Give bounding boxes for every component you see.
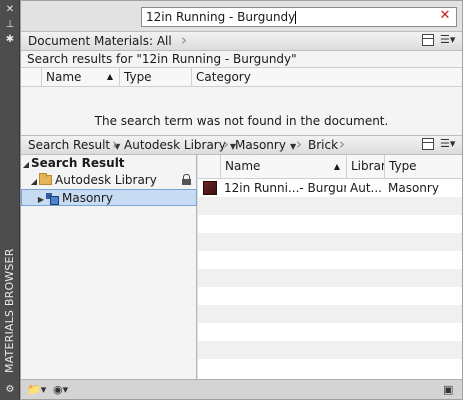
results-list	[21, 87, 462, 136]
sort-ascending-icon: ▲	[333, 162, 340, 171]
view-options-icon[interactable]: ☰▾	[440, 34, 458, 46]
doc-bar-icons: ☰▾	[422, 34, 458, 48]
panel-title: MATERIALS BROWSER	[3, 248, 16, 373]
document-materials-label: Document Materials: All	[28, 34, 172, 48]
empty-row	[198, 341, 462, 359]
crumb-autodesk-library[interactable]: Autodesk Library ▼	[117, 136, 236, 154]
material-editor-icon[interactable]: ▣	[443, 383, 453, 397]
grid-header: Name ▲ Librar Type	[198, 155, 462, 179]
column-header-name-label: Name	[46, 70, 82, 84]
empty-row	[198, 215, 462, 233]
empty-row	[198, 269, 462, 287]
crumb-search-result[interactable]: Search Result ▼	[21, 136, 120, 154]
library-bar-icons: ☰▾	[422, 138, 458, 152]
close-panel-icon[interactable]: ✕	[4, 4, 16, 16]
grid-header-type[interactable]: Type	[384, 155, 462, 178]
cell-library: Aut...	[350, 181, 382, 195]
library-tree: ◢ Search Result ◢ Autodesk Library ▶ Masonr…	[21, 155, 197, 379]
library-breadcrumb: Search Result ▼ › Autodesk Library ▼ › Mas…	[21, 135, 462, 155]
materials-browser: 12in Running - Burgundy ✕ Document Mater…	[20, 0, 463, 400]
materials-grid: Name ▲ Librar Type 12in Runni...- Burgun…	[198, 155, 462, 379]
column-header-category[interactable]: Category	[191, 68, 462, 86]
search-input-text: 12in Running - Burgundy	[146, 10, 296, 24]
tree-item-autodesk-library[interactable]: ◢ Autodesk Library	[21, 172, 197, 189]
document-materials-dropdown[interactable]: Document Materials: All	[21, 32, 172, 50]
empty-row	[198, 197, 462, 215]
empty-results-message: The search term was not found in the doc…	[94, 114, 389, 128]
results-caption: Search results for "12in Running - Burgu…	[21, 51, 462, 68]
column-header-name[interactable]: Name ▲	[41, 68, 119, 86]
empty-row	[198, 287, 462, 305]
auto-hide-pin-icon[interactable]: ⊥	[4, 19, 16, 31]
expanded-triangle-icon[interactable]: ◢	[21, 156, 31, 173]
tree-item-search-result[interactable]: ◢ Search Result	[21, 155, 197, 172]
toggle-panel-icon[interactable]	[422, 34, 434, 46]
material-category-icon	[46, 193, 59, 205]
swatch-column-header	[21, 68, 41, 86]
cell-type: Masonry	[388, 181, 439, 195]
tree-item-autodesk-library-label: Autodesk Library	[55, 173, 157, 187]
folder-icon	[39, 173, 52, 185]
crumb-autodesk-library-label: Autodesk Library	[124, 138, 226, 152]
grid-header-type-label: Type	[389, 159, 417, 173]
collapsed-triangle-icon[interactable]: ▶	[36, 191, 46, 208]
table-row[interactable]: 12in Runni...- Burgundy Aut... Masonry	[198, 179, 462, 197]
column-header-type-label: Type	[124, 70, 152, 84]
expanded-triangle-icon[interactable]: ◢	[29, 173, 39, 190]
empty-row	[198, 251, 462, 269]
bottom-toolbar: 📁▾ ◉▾ ▣	[21, 379, 462, 399]
crumb-search-result-label: Search Result	[28, 138, 111, 152]
lock-icon	[182, 174, 191, 186]
material-swatch	[203, 181, 217, 195]
document-materials-bar: Document Materials: All › ☰▾	[21, 31, 462, 51]
empty-row	[198, 359, 462, 377]
settings-gear-icon[interactable]: ✱	[4, 34, 16, 46]
properties-icon[interactable]: ⚙	[4, 384, 16, 396]
manage-library-icon[interactable]: 📁▾	[27, 383, 46, 397]
grid-header-name[interactable]: Name ▲	[220, 155, 346, 178]
chevron-right-icon: ›	[339, 135, 345, 153]
crumb-brick[interactable]: Brick	[301, 136, 338, 154]
chevron-right-icon: ›	[181, 31, 187, 49]
search-row: 12in Running - Burgundy ✕	[21, 1, 462, 31]
grid-header-name-label: Name	[225, 159, 261, 173]
sort-ascending-icon: ▲	[106, 72, 113, 81]
empty-row	[198, 305, 462, 323]
crumb-masonry[interactable]: Masonry ▼	[228, 136, 296, 154]
library-view-options-icon[interactable]: ☰▾	[440, 138, 458, 150]
grid-header-library-label: Librar	[351, 159, 384, 173]
tree-item-masonry[interactable]: ▶ Masonry	[21, 189, 197, 206]
search-input[interactable]: 12in Running - Burgundy ✕	[141, 7, 457, 27]
empty-row	[198, 323, 462, 341]
create-material-icon[interactable]: ◉▾	[53, 383, 68, 397]
text-caret	[295, 11, 297, 24]
toggle-library-tree-icon[interactable]	[422, 138, 434, 150]
crumb-masonry-label: Masonry	[235, 138, 286, 152]
swatch-column-header	[198, 155, 220, 178]
grid-header-library[interactable]: Librar	[346, 155, 384, 178]
crumb-brick-label: Brick	[308, 138, 339, 152]
column-header-type[interactable]: Type	[119, 68, 191, 86]
tree-item-search-result-label: Search Result	[31, 156, 125, 170]
cell-name: 12in Runni...- Burgundy	[224, 181, 346, 195]
panel-title-strip: ✕ ⊥ ✱ MATERIALS BROWSER ⚙	[0, 0, 20, 400]
tree-item-masonry-label: Masonry	[62, 191, 113, 205]
results-header: Name ▲ Type Category	[21, 68, 462, 87]
empty-row	[198, 233, 462, 251]
clear-search-icon[interactable]: ✕	[438, 9, 452, 23]
column-header-category-label: Category	[196, 70, 251, 84]
